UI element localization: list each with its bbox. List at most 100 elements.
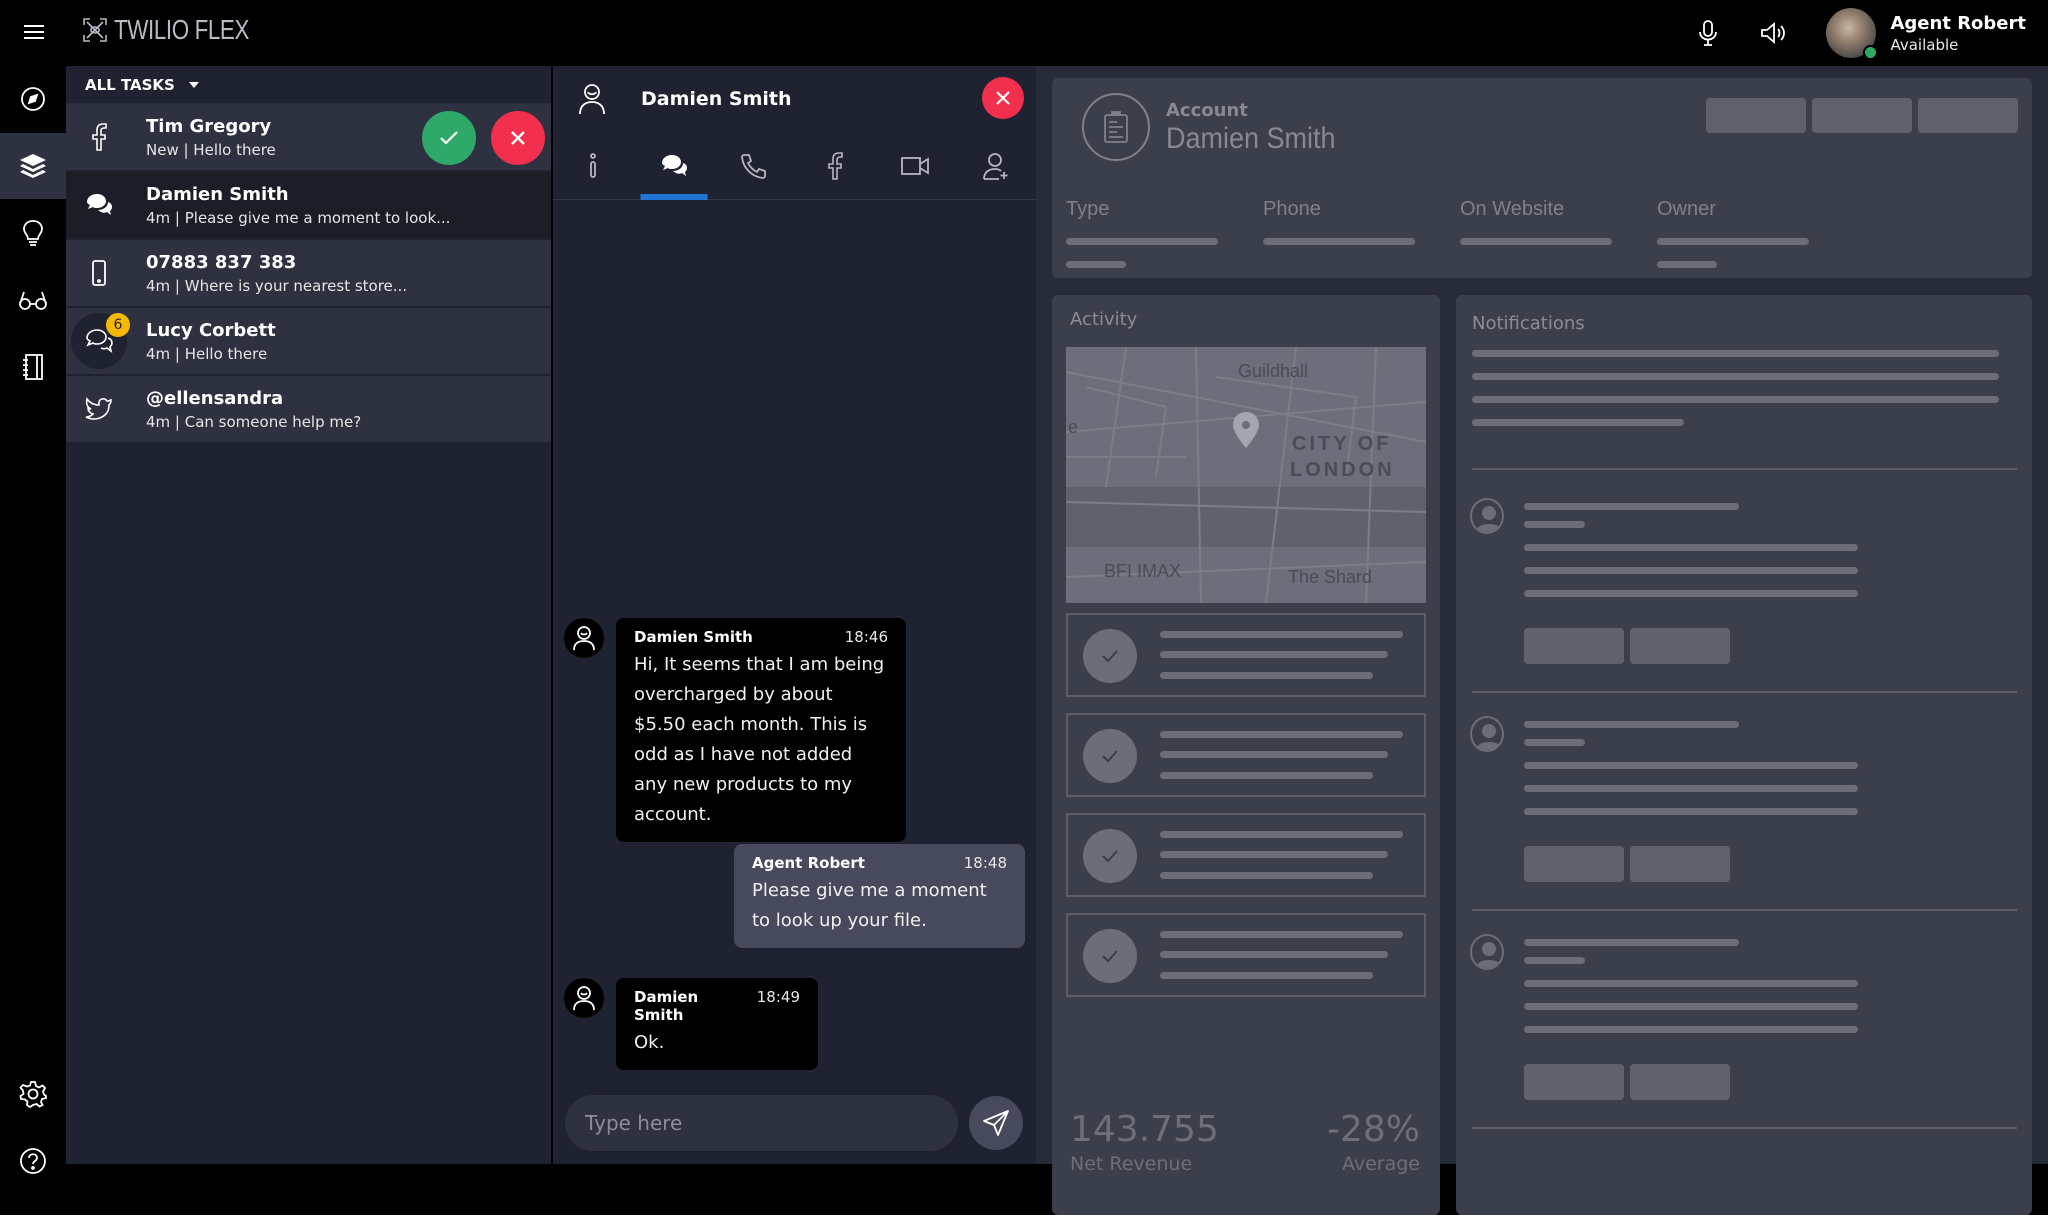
task-title: Lucy Corbett <box>146 319 276 341</box>
nav-item-notebook[interactable] <box>0 334 66 400</box>
map-pin-icon <box>1233 412 1259 448</box>
reject-task-button[interactable] <box>491 111 545 165</box>
facebook-icon <box>92 123 107 151</box>
message-author: Agent Robert <box>752 854 865 872</box>
tab-add-participant[interactable] <box>956 132 1037 199</box>
microphone-icon <box>1699 20 1718 46</box>
check-icon <box>440 131 458 145</box>
average-label: Average <box>1341 1153 1420 1175</box>
nav-item-tasks[interactable] <box>0 133 66 199</box>
notification-action-button[interactable] <box>1630 628 1730 664</box>
user-icon <box>573 626 595 651</box>
notebook-icon <box>23 354 43 380</box>
twitter-icon <box>85 397 112 420</box>
info-icon <box>590 152 597 178</box>
tab-video[interactable] <box>875 132 956 199</box>
task-item[interactable]: @ellensandra 4m | Can someone help me? <box>66 376 551 444</box>
activity-title: Activity <box>1070 309 1138 330</box>
account-action-button[interactable] <box>1812 98 1912 133</box>
task-item-incoming[interactable]: Tim Gregory New | Hello there <box>66 104 551 172</box>
settings-button[interactable] <box>0 1061 66 1127</box>
nav-item-insights[interactable] <box>0 200 66 266</box>
account-name: Damien Smith <box>1166 122 1336 155</box>
message-composer <box>565 1095 958 1151</box>
notification-action-button[interactable] <box>1524 628 1624 664</box>
message-time: 18:48 <box>963 854 1007 872</box>
chat-header: Damien Smith <box>553 66 1036 132</box>
activity-item[interactable] <box>1066 813 1426 897</box>
activity-item[interactable] <box>1066 713 1426 797</box>
task-item[interactable]: 6 Lucy Corbett 4m | Hello there <box>66 308 551 376</box>
task-subtitle: New | Hello there <box>146 140 276 159</box>
average-value: -28% <box>1326 1109 1420 1150</box>
chat-icon <box>661 154 687 176</box>
task-item[interactable]: 07883 837 383 4m | Where is your nearest… <box>66 240 551 308</box>
message-text: Hi, It seems that I am being overcharged… <box>634 654 885 825</box>
add-user-icon <box>982 152 1008 180</box>
notification-avatar <box>1470 716 1504 752</box>
video-icon <box>901 156 930 175</box>
end-chat-button[interactable] <box>982 77 1024 119</box>
speaker-button[interactable] <box>1760 19 1788 47</box>
notification-action-button[interactable] <box>1630 1064 1730 1100</box>
account-avatar <box>1082 93 1150 161</box>
task-title: Tim Gregory <box>146 115 272 137</box>
tab-voice[interactable] <box>714 132 795 199</box>
task-title: 07883 837 383 <box>146 251 297 273</box>
unread-badge: 6 <box>106 313 130 337</box>
notification-avatar <box>1470 934 1504 970</box>
agent-status-dot <box>1863 45 1879 60</box>
nav-item-agent-desktop[interactable] <box>0 66 66 132</box>
agent-info[interactable]: Agent Robert Available <box>1890 13 2026 54</box>
tab-info[interactable] <box>553 132 634 199</box>
help-button[interactable] <box>0 1128 66 1194</box>
glasses-icon <box>19 291 47 310</box>
notification-avatar <box>1470 498 1504 534</box>
notification-action-button[interactable] <box>1630 846 1730 882</box>
map-label-bfi: BFI IMAX <box>1104 561 1182 581</box>
phone-call-icon <box>741 153 767 179</box>
user-icon <box>573 986 595 1011</box>
account-action-button[interactable] <box>1706 98 1806 133</box>
message-text: Please give me a moment to look up your … <box>752 880 987 931</box>
chat-icon <box>87 194 112 215</box>
task-item-selected[interactable]: Damien Smith 4m | Please give me a momen… <box>66 172 551 240</box>
speaker-icon <box>1761 22 1786 44</box>
account-card: Account Damien Smith Type Phone On Websi… <box>1052 78 2032 278</box>
agent-avatar[interactable] <box>1826 8 1879 60</box>
check-icon <box>1102 850 1118 863</box>
accept-task-button[interactable] <box>422 111 476 165</box>
task-filter-dropdown[interactable]: ALL TASKS <box>66 66 551 104</box>
hamburger-menu-button[interactable] <box>20 18 48 46</box>
map-label-edge: e <box>1068 417 1079 437</box>
notification-action-button[interactable] <box>1524 1064 1624 1100</box>
app-logo: TWILIO FLEX <box>82 14 283 46</box>
check-icon <box>1102 650 1118 663</box>
map-label-london: LONDON <box>1290 459 1395 481</box>
tab-chat[interactable] <box>634 132 715 199</box>
help-icon <box>20 1148 46 1174</box>
tab-facebook[interactable] <box>795 132 876 199</box>
activity-item[interactable] <box>1066 913 1426 997</box>
notifications-card: Notifications <box>1456 295 2032 1215</box>
nav-item-supervisor[interactable] <box>0 267 66 333</box>
task-title: @ellensandra <box>146 387 284 409</box>
task-subtitle: 4m | Where is your nearest store... <box>146 276 408 295</box>
contact-icon <box>579 84 605 115</box>
user-silhouette-icon <box>1475 942 1502 968</box>
chat-contact-name: Damien Smith <box>641 88 792 110</box>
location-map[interactable]: Guildhall CITY OF LONDON BFI IMAX The Sh… <box>1066 347 1426 603</box>
send-button[interactable] <box>969 1096 1023 1150</box>
layers-icon <box>20 154 46 178</box>
contact-avatar <box>564 978 604 1018</box>
message-text: Ok. <box>634 1032 665 1053</box>
notification-action-button[interactable] <box>1524 846 1624 882</box>
microphone-button[interactable] <box>1694 19 1722 47</box>
task-subtitle: 4m | Can someone help me? <box>146 412 362 431</box>
activity-item[interactable] <box>1066 613 1426 697</box>
send-icon <box>983 1110 1009 1136</box>
message-input[interactable] <box>585 1111 958 1135</box>
account-action-button[interactable] <box>1918 98 2018 133</box>
top-bar: TWILIO FLEX Agent Robert Available <box>0 0 2048 66</box>
message-list: Damien Smith 18:46 Hi, It seems that I am… <box>553 206 1036 1086</box>
